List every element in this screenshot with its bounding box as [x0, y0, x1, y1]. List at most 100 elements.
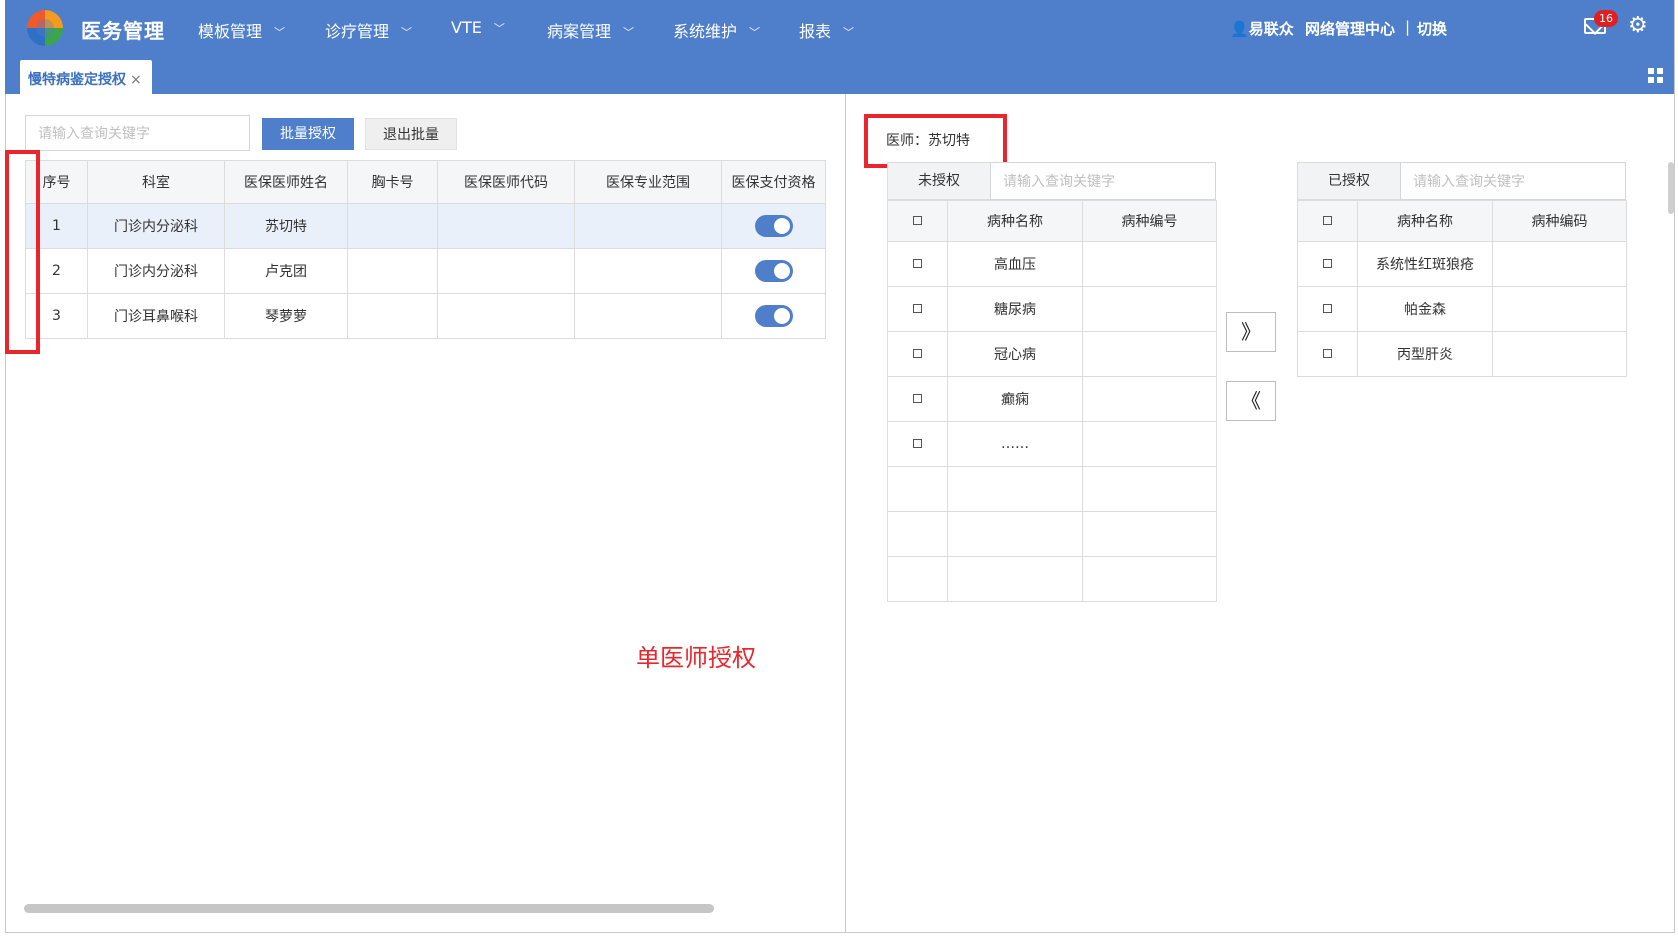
qualification-cell	[721, 248, 826, 294]
app-frame	[5, 0, 1675, 933]
column-header: 医保医师姓名	[224, 160, 348, 204]
checkbox-cell	[1297, 241, 1358, 287]
table-row[interactable]: 冠心病	[887, 331, 1217, 377]
table-row[interactable]: 系统性红斑狼疮	[1297, 241, 1627, 287]
row-checkbox[interactable]	[913, 394, 922, 403]
column-header: 病种编码	[1492, 200, 1627, 242]
column-header: 病种名称	[947, 200, 1083, 242]
exit-batch-button[interactable]: 退出批量	[365, 118, 457, 150]
disease-code-cell	[1492, 331, 1627, 377]
dept-cell: 门诊内分泌科	[87, 203, 225, 249]
table-header-row: 序号 科室 医保医师姓名 胸卡号 医保医师代码 医保专业范围 医保支付资格	[25, 160, 826, 204]
chevron-down-icon: ﹀	[843, 26, 855, 39]
nav-template-management[interactable]: 模板管理 ﹀	[198, 18, 285, 42]
checkbox-cell	[887, 286, 948, 332]
column-header: 医保医师代码	[437, 160, 575, 204]
column-header: 医保专业范围	[574, 160, 722, 204]
checkbox-cell	[887, 421, 948, 467]
table-row[interactable]: 丙型肝炎	[1297, 331, 1627, 377]
unauthorized-search-input[interactable]: 请输入查询关键字	[990, 162, 1216, 200]
doctor-name-cell: 卢克团	[224, 248, 348, 294]
empty-cell	[947, 556, 1083, 602]
empty-row	[887, 466, 1217, 512]
column-header: 医保支付资格	[721, 160, 826, 204]
table-row[interactable]: 1 门诊内分泌科 苏切特	[25, 203, 826, 249]
empty-cell	[947, 511, 1083, 557]
separator: |	[1405, 18, 1411, 36]
select-all-checkbox[interactable]	[1323, 216, 1332, 225]
table-row[interactable]: 高血压	[887, 241, 1217, 287]
table-row[interactable]: 帕金森	[1297, 286, 1627, 332]
app-title: 医务管理	[81, 19, 165, 43]
qualification-toggle[interactable]	[754, 215, 793, 237]
nav-label: 模板管理	[198, 22, 263, 41]
row-checkbox[interactable]	[1323, 259, 1332, 268]
nav-vte[interactable]: VTE ﹀	[451, 18, 505, 37]
table-row[interactable]: 2 门诊内分泌科 卢克团	[25, 248, 826, 294]
doctor-name-cell: 苏切特	[224, 203, 348, 249]
move-right-button[interactable]: 》	[1226, 312, 1276, 352]
user-name: 易联众	[1248, 20, 1294, 38]
table-row[interactable]: 糖尿病	[887, 286, 1217, 332]
nav-case-management[interactable]: 病案管理 ﹀	[547, 18, 634, 42]
authorized-label: 已授权	[1297, 162, 1401, 200]
table-header-row: 病种名称 病种编码	[1297, 200, 1627, 242]
nav-system-maintenance[interactable]: 系统维护 ﹀	[673, 18, 760, 42]
batch-auth-button[interactable]: 批量授权	[262, 118, 354, 150]
table-row[interactable]: ……	[887, 421, 1217, 467]
highlight-box-row-numbers	[5, 150, 40, 354]
chevron-down-icon: ﹀	[749, 26, 761, 39]
qualification-cell	[721, 203, 826, 249]
checkbox-cell	[1297, 286, 1358, 332]
row-checkbox[interactable]	[913, 349, 922, 358]
move-left-button[interactable]: 《	[1226, 381, 1276, 421]
panel-divider	[845, 94, 846, 933]
table-row[interactable]: 3 门诊耳鼻喉科 琴萝萝	[25, 293, 826, 339]
qualification-toggle[interactable]	[754, 305, 793, 327]
qualification-toggle[interactable]	[754, 260, 793, 282]
disease-name-cell: 冠心病	[947, 331, 1083, 377]
table-row[interactable]: 癫痫	[887, 376, 1217, 422]
nav-reports[interactable]: 报表 ﹀	[799, 18, 854, 42]
doctor-name-cell: 琴萝萝	[224, 293, 348, 339]
doctor-search-input[interactable]: 请输入查询关键字	[25, 115, 250, 151]
horizontal-scrollbar[interactable]	[24, 904, 714, 913]
disease-code-cell	[1082, 286, 1217, 332]
vertical-scrollbar[interactable]	[1668, 162, 1674, 214]
row-checkbox[interactable]	[1323, 304, 1332, 313]
disease-name-cell: 高血压	[947, 241, 1083, 287]
disease-code-cell	[1082, 241, 1217, 287]
checkbox-cell	[887, 331, 948, 377]
close-icon[interactable]: ×	[130, 72, 142, 88]
row-checkbox[interactable]	[1323, 349, 1332, 358]
disease-code-cell	[1082, 421, 1217, 467]
row-checkbox[interactable]	[913, 439, 922, 448]
row-checkbox[interactable]	[913, 259, 922, 268]
column-header: 病种名称	[1357, 200, 1493, 242]
disease-name-cell: 系统性红斑狼疮	[1357, 241, 1493, 287]
grid-menu-icon[interactable]	[1648, 68, 1664, 84]
row-checkbox[interactable]	[913, 304, 922, 313]
chevron-down-icon: ﹀	[493, 22, 505, 35]
selected-doctor-label: 医师：苏切特	[886, 133, 970, 149]
empty-cell	[947, 466, 1083, 512]
authorized-search-input[interactable]: 请输入查询关键字	[1400, 162, 1626, 200]
tab-chronic-disease-auth[interactable]: 慢特病鉴定授权 ×	[20, 60, 152, 94]
select-all-checkbox[interactable]	[913, 216, 922, 225]
user-icon: 👤	[1230, 20, 1249, 38]
empty-row	[887, 511, 1217, 557]
user-menu[interactable]: 👤易联众	[1230, 18, 1294, 39]
dept-cell: 门诊耳鼻喉科	[87, 293, 225, 339]
checkbox-cell	[1297, 331, 1358, 377]
mail-count-badge: 16	[1594, 10, 1618, 27]
disease-name-cell: ……	[947, 421, 1083, 467]
top-navbar: 医务管理 模板管理 ﹀ 诊疗管理 ﹀ VTE ﹀ 病案管理 ﹀ 系统维护 ﹀ 报表 ﹀ 👤易…	[5, 0, 1674, 58]
gear-icon[interactable]: ⚙	[1628, 14, 1648, 38]
empty-cell	[887, 556, 948, 602]
nav-label: 系统维护	[673, 22, 738, 41]
scope-cell	[574, 248, 722, 294]
nav-treatment-management[interactable]: 诊疗管理 ﹀	[325, 18, 412, 42]
switch-link[interactable]: 切换	[1417, 18, 1447, 39]
nav-label: 报表	[799, 22, 832, 41]
dept-cell: 门诊内分泌科	[87, 248, 225, 294]
